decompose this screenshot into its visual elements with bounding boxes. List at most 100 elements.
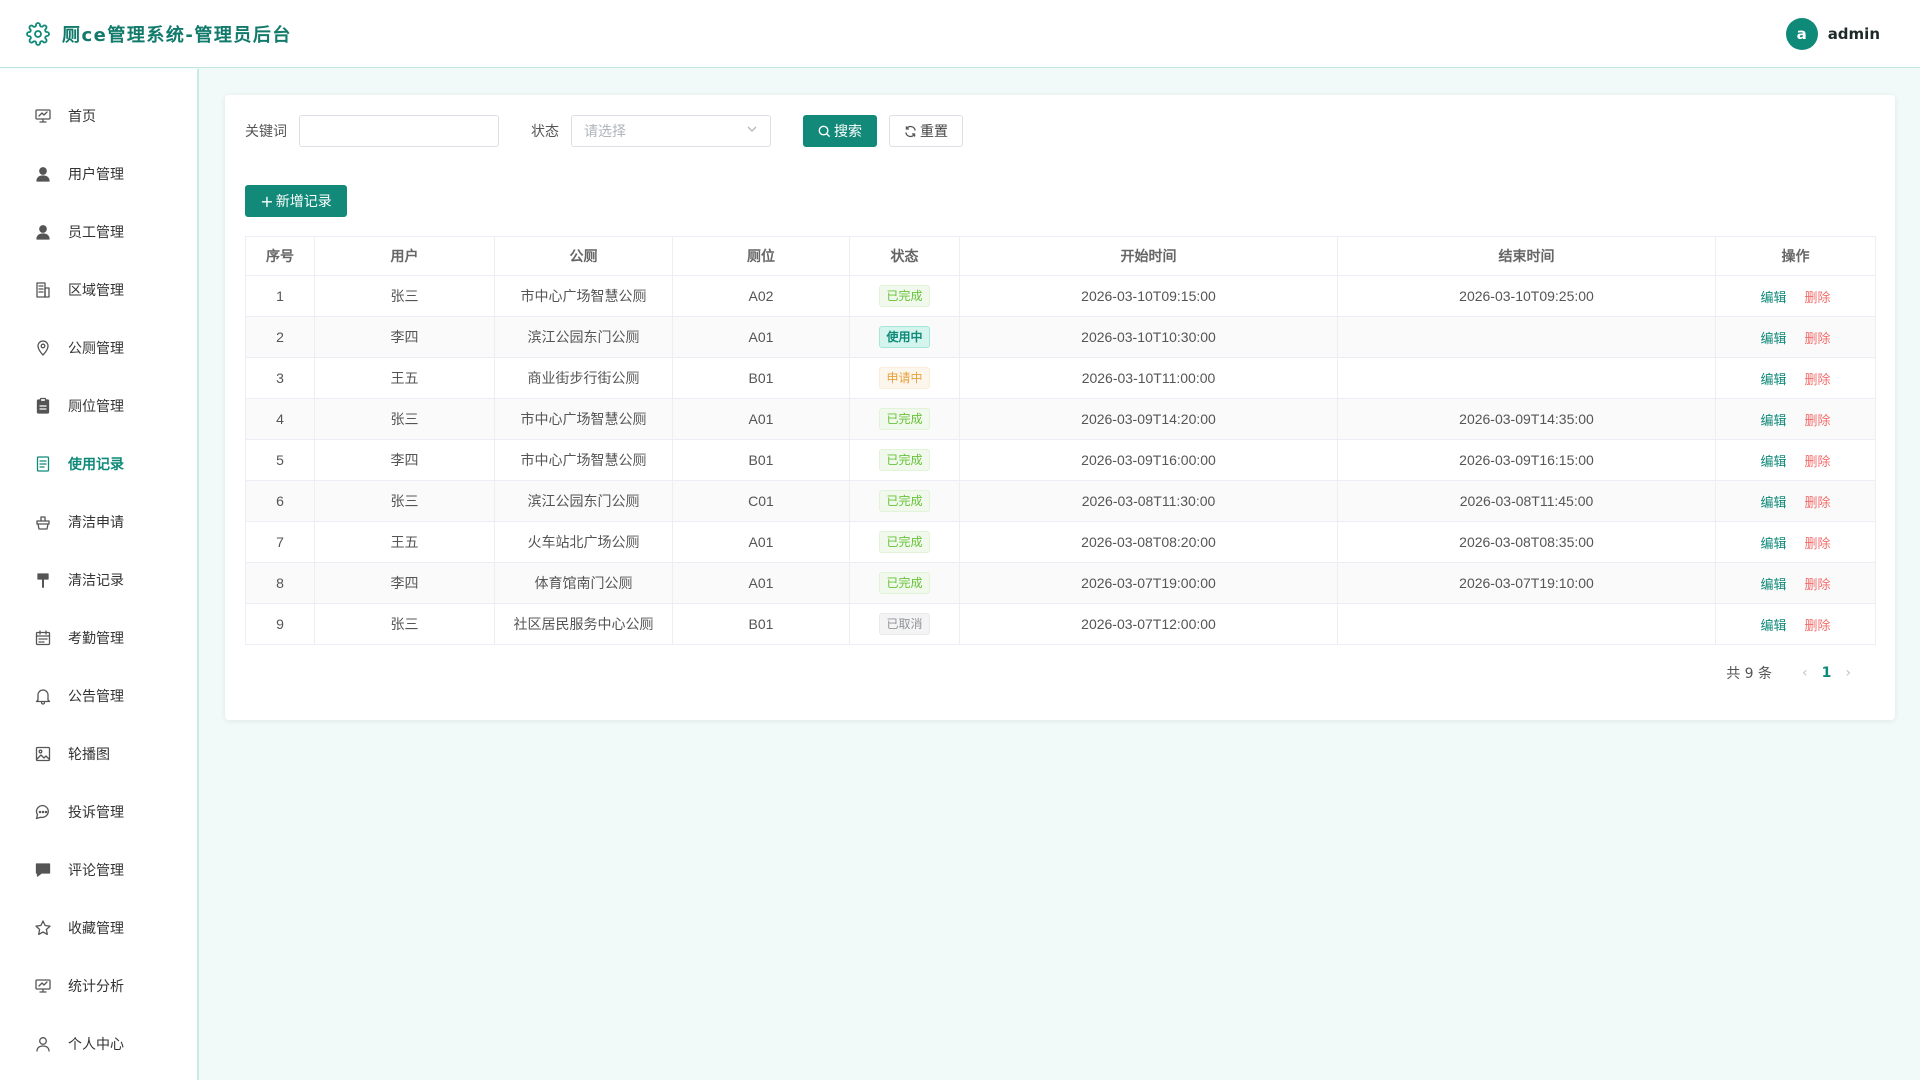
cell-actions: 编辑 删除 [1715, 357, 1876, 399]
sidebar-item-0[interactable]: 首页 [0, 87, 197, 145]
sidebar-item-16[interactable]: 个人中心 [0, 1015, 197, 1073]
cell-end-time [1337, 603, 1716, 645]
cell-start-time: 2026-03-10T09:15:00 [959, 275, 1338, 317]
sidebar-item-15[interactable]: 统计分析 [0, 957, 197, 1015]
add-record-button[interactable]: + 新增记录 [245, 185, 347, 217]
column-header: 结束时间 [1337, 236, 1716, 276]
star-icon [34, 919, 52, 937]
edit-button[interactable]: 编辑 [1760, 536, 1786, 551]
delete-button[interactable]: 删除 [1805, 618, 1831, 633]
sidebar-item-10[interactable]: 公告管理 [0, 667, 197, 725]
cell-user: 李四 [314, 439, 495, 481]
sidebar-item-6[interactable]: 使用记录 [0, 435, 197, 493]
cell-index: 2 [245, 316, 315, 358]
cell-actions: 编辑 删除 [1715, 398, 1876, 440]
delete-button[interactable]: 删除 [1805, 495, 1831, 510]
sidebar-item-3[interactable]: 区域管理 [0, 261, 197, 319]
app-title: 厕ce管理系统-管理员后台 [62, 24, 292, 46]
cell-status: 已完成 [849, 439, 960, 481]
edit-button[interactable]: 编辑 [1760, 372, 1786, 387]
brush-icon [34, 513, 52, 531]
reset-button[interactable]: 重置 [889, 115, 963, 147]
cell-end-time: 2026-03-09T14:35:00 [1337, 398, 1716, 440]
cell-actions: 编辑 删除 [1715, 480, 1876, 522]
table-row: 6 张三 滨江公园东门公厕 C01 已完成 2026-03-08T11:30:00 2026… [245, 480, 1876, 522]
table-row: 2 李四 滨江公园东门公厕 A01 使用中 2026-03-10T10:30:00 编辑 删除 [245, 316, 1876, 358]
edit-button[interactable]: 编辑 [1760, 331, 1786, 346]
user-menu[interactable]: a admin [1785, 18, 1880, 50]
sidebar-item-11[interactable]: 轮播图 [0, 725, 197, 783]
next-page-icon[interactable]: › [1845, 665, 1851, 681]
pagination-total: 共 9 条 [1726, 666, 1773, 682]
table-row: 8 李四 体育馆南门公厕 A01 已完成 2026-03-07T19:00:00 2026-… [245, 562, 1876, 604]
delete-button[interactable]: 删除 [1805, 372, 1831, 387]
sidebar-item-label: 评论管理 [68, 863, 124, 879]
document-icon [34, 455, 52, 473]
delete-button[interactable]: 删除 [1805, 454, 1831, 469]
edit-button[interactable]: 编辑 [1760, 618, 1786, 633]
edit-button[interactable]: 编辑 [1760, 290, 1786, 305]
prev-page-icon[interactable]: ‹ [1802, 665, 1808, 681]
sidebar-item-label: 使用记录 [68, 457, 124, 473]
cell-user: 张三 [314, 398, 495, 440]
cell-actions: 编辑 删除 [1715, 316, 1876, 358]
search-button[interactable]: 搜索 [803, 115, 877, 147]
status-badge: 已完成 [879, 285, 930, 307]
cell-actions: 编辑 删除 [1715, 275, 1876, 317]
edit-button[interactable]: 编辑 [1760, 413, 1786, 428]
column-header: 公厕 [494, 236, 673, 276]
cell-actions: 编辑 删除 [1715, 521, 1876, 563]
sidebar-item-14[interactable]: 收藏管理 [0, 899, 197, 957]
cell-start-time: 2026-03-08T08:20:00 [959, 521, 1338, 563]
sidebar-item-label: 员工管理 [68, 225, 124, 241]
cell-user: 李四 [314, 316, 495, 358]
dashboard-icon [34, 107, 52, 125]
table-row: 1 张三 市中心广场智慧公厕 A02 已完成 2026-03-10T09:15:00 202… [245, 275, 1876, 317]
chevron-down-icon [746, 123, 758, 139]
delete-button[interactable]: 删除 [1805, 577, 1831, 592]
username[interactable]: admin [1828, 25, 1880, 43]
status-badge: 已完成 [879, 449, 930, 471]
cell-stall: B01 [672, 439, 850, 481]
sidebar-item-7[interactable]: 清洁申请 [0, 493, 197, 551]
sidebar-item-9[interactable]: 考勤管理 [0, 609, 197, 667]
cell-end-time: 2026-03-07T19:10:00 [1337, 562, 1716, 604]
cell-toilet: 火车站北广场公厕 [494, 521, 673, 563]
table-row: 5 李四 市中心广场智慧公厕 B01 已完成 2026-03-09T16:00:00 202… [245, 439, 1876, 481]
status-select[interactable]: 请选择 [571, 115, 771, 147]
cell-toilet: 商业街步行街公厕 [494, 357, 673, 399]
column-header: 操作 [1715, 236, 1876, 276]
cell-status: 使用中 [849, 316, 960, 358]
edit-button[interactable]: 编辑 [1760, 577, 1786, 592]
sidebar-item-1[interactable]: 用户管理 [0, 145, 197, 203]
edit-button[interactable]: 编辑 [1760, 454, 1786, 469]
delete-button[interactable]: 删除 [1805, 290, 1831, 305]
sidebar-item-8[interactable]: 清洁记录 [0, 551, 197, 609]
building-icon [34, 281, 52, 299]
edit-button[interactable]: 编辑 [1760, 495, 1786, 510]
cell-stall: A02 [672, 275, 850, 317]
keyword-input[interactable] [299, 115, 499, 147]
delete-button[interactable]: 删除 [1805, 413, 1831, 428]
delete-button[interactable]: 删除 [1805, 536, 1831, 551]
cell-end-time: 2026-03-10T09:25:00 [1337, 275, 1716, 317]
delete-button[interactable]: 删除 [1805, 331, 1831, 346]
table-row: 9 张三 社区居民服务中心公厕 B01 已取消 2026-03-07T12:00:00 编辑… [245, 603, 1876, 645]
sidebar-item-13[interactable]: 评论管理 [0, 841, 197, 899]
cell-stall: A01 [672, 562, 850, 604]
page-number[interactable]: 1 [1822, 665, 1832, 681]
cell-toilet: 市中心广场智慧公厕 [494, 439, 673, 481]
cell-index: 4 [245, 398, 315, 440]
cell-user: 王五 [314, 521, 495, 563]
main-card: 关键词 状态 请选择 搜索 重置 + 新增记录 序号 用户 公厕 厕位 状态 开始时间 结束… [225, 95, 1895, 720]
avatar[interactable]: a [1785, 18, 1818, 50]
toilet-brush-icon [34, 571, 52, 589]
sidebar-item-label: 清洁申请 [68, 515, 124, 531]
sidebar-item-5[interactable]: 厕位管理 [0, 377, 197, 435]
sidebar-item-4[interactable]: 公厕管理 [0, 319, 197, 377]
sidebar-item-2[interactable]: 员工管理 [0, 203, 197, 261]
sidebar-item-label: 公厕管理 [68, 341, 124, 357]
sidebar-item-12[interactable]: 投诉管理 [0, 783, 197, 841]
table-row: 4 张三 市中心广场智慧公厕 A01 已完成 2026-03-09T14:20:00 202… [245, 398, 1876, 440]
status-select-placeholder: 请选择 [584, 124, 626, 140]
